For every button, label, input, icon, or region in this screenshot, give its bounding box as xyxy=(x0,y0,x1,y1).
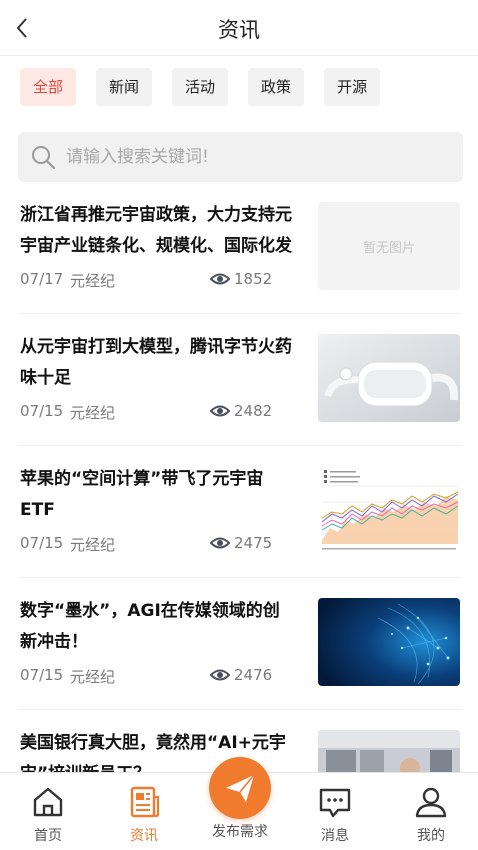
digital-network-image xyxy=(318,598,460,686)
news-item[interactable]: 浙江省再推元宇宙政策，大力支持元宇宙产业链条化、规模化、国际化发展 07/17 … xyxy=(18,182,462,314)
eye-icon xyxy=(210,405,230,417)
news-date: 07/15 xyxy=(20,402,64,420)
view-count-value: 2476 xyxy=(234,666,273,684)
news-title: 苹果的“空间计算”带飞了元宇宙ETF xyxy=(20,469,264,520)
tabbar-news-label: 资讯 xyxy=(130,828,158,844)
tabbar-mine-label: 我的 xyxy=(417,828,445,844)
publish-button[interactable] xyxy=(209,757,271,819)
news-item[interactable]: 数字“墨水”，AGI在传媒领域的创新冲击！ 07/15 元经纪 2476 xyxy=(18,578,462,710)
news-date: 07/15 xyxy=(20,534,64,552)
search-bar[interactable] xyxy=(18,132,463,182)
eye-icon xyxy=(210,273,230,285)
tabbar-news[interactable]: 资讯 xyxy=(109,785,179,845)
news-title: 从元宇宙打到大模型，腾讯字节火药味十足 xyxy=(20,337,292,388)
category-tabs: 全部 新闻 活动 政策 开源 xyxy=(20,68,381,106)
view-count: 2482 xyxy=(210,402,272,420)
news-source: 元经纪 xyxy=(70,404,116,422)
search-input[interactable] xyxy=(66,147,426,167)
tab-events[interactable]: 活动 xyxy=(172,68,229,106)
view-count-value: 2482 xyxy=(234,402,273,420)
view-count-value: 2475 xyxy=(234,534,273,552)
tab-policy[interactable]: 政策 xyxy=(248,68,305,106)
view-count-value: 1852 xyxy=(234,270,273,288)
tab-open-source[interactable]: 开源 xyxy=(324,68,381,106)
tabbar-publish-label: 发布需求 xyxy=(212,824,268,840)
top-nav-bar: 资讯 xyxy=(0,0,478,56)
tabbar-messages-label: 消息 xyxy=(321,828,349,844)
view-count: 2475 xyxy=(210,534,272,552)
home-icon xyxy=(33,787,63,817)
page-title: 资讯 xyxy=(218,18,260,42)
news-title: 数字“墨水”，AGI在传媒领域的创新冲击！ xyxy=(20,601,280,652)
view-count: 2476 xyxy=(210,666,272,684)
news-title: 浙江省再推元宇宙政策，大力支持元宇宙产业链条化、规模化、国际化发展 xyxy=(20,205,292,256)
news-source: 元经纪 xyxy=(70,668,116,686)
news-source: 元经纪 xyxy=(70,536,116,554)
stock-chart-image xyxy=(318,466,460,554)
news-source: 元经纪 xyxy=(70,272,116,290)
eye-icon xyxy=(210,537,230,549)
vr-headset-image xyxy=(318,334,460,422)
news-item[interactable]: 从元宇宙打到大模型，腾讯字节火药味十足 07/15 元经纪 2482 xyxy=(18,314,462,446)
message-icon xyxy=(319,788,351,818)
search-icon xyxy=(32,146,56,170)
user-icon xyxy=(415,787,447,818)
news-thumbnail-placeholder: 暂无图片 xyxy=(318,202,460,290)
tabbar-messages[interactable]: 消息 xyxy=(300,785,370,845)
tabbar-publish[interactable]: 发布需求 xyxy=(201,819,279,841)
paper-plane-icon xyxy=(226,774,255,802)
news-date: 07/15 xyxy=(20,666,64,684)
news-list: 浙江省再推元宇宙政策，大力支持元宇宙产业链条化、规模化、国际化发展 07/17 … xyxy=(18,182,462,842)
tabbar-home-label: 首页 xyxy=(34,828,62,844)
tabbar-mine[interactable]: 我的 xyxy=(396,785,466,845)
eye-icon xyxy=(210,669,230,681)
tab-all[interactable]: 全部 xyxy=(20,68,77,106)
newspaper-icon xyxy=(130,786,160,818)
news-date: 07/17 xyxy=(20,270,64,288)
tabbar-home[interactable]: 首页 xyxy=(13,785,83,845)
news-item[interactable]: 苹果的“空间计算”带飞了元宇宙ETF 07/15 元经纪 2475 xyxy=(18,446,462,578)
view-count: 1852 xyxy=(210,270,272,288)
tab-news[interactable]: 新闻 xyxy=(96,68,153,106)
